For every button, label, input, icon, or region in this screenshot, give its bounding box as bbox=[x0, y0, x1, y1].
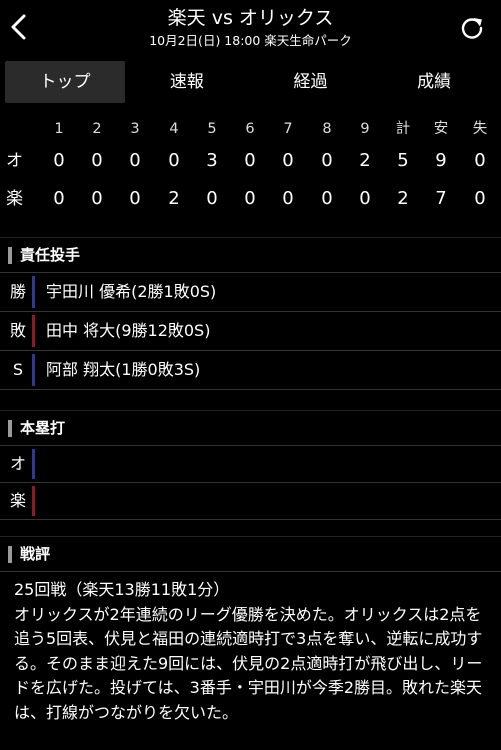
team-label: オ bbox=[9, 454, 26, 473]
score-cell: 0 bbox=[282, 188, 294, 209]
homerun-row-orix: オ bbox=[0, 445, 501, 482]
score-cell: 0 bbox=[53, 150, 65, 171]
score-cell: 0 bbox=[244, 188, 256, 209]
inning-header: 1 bbox=[54, 121, 64, 137]
scoreboard-row-orix: オ 0 0 0 0 3 0 0 0 2 5 9 0 bbox=[0, 142, 501, 180]
team-color-mark bbox=[32, 449, 35, 479]
section-title: 本塁打 bbox=[20, 419, 66, 437]
inning-header: 6 bbox=[245, 121, 255, 137]
game-review: 25回戦（楽天13勝11敗1分） オリックスが2年連続のリーグ優勝を決めた。オリ… bbox=[0, 571, 501, 725]
team-color-mark bbox=[32, 315, 35, 347]
pitcher-name[interactable]: 阿部 翔太(1勝0敗3S) bbox=[46, 351, 200, 389]
section-bar bbox=[8, 247, 12, 264]
score-cell: 0 bbox=[244, 150, 256, 171]
inning-header: 5 bbox=[207, 121, 217, 137]
total-cell: 2 bbox=[397, 188, 409, 209]
inning-header: 9 bbox=[360, 121, 370, 137]
section-title: 戦評 bbox=[20, 545, 51, 563]
score-cell: 0 bbox=[206, 188, 218, 209]
reload-button[interactable] bbox=[459, 15, 485, 41]
page-title: 楽天 vs オリックス bbox=[167, 7, 334, 29]
result-label: 敗 bbox=[9, 321, 26, 340]
team-color-mark bbox=[32, 276, 35, 308]
inning-header: 7 bbox=[283, 121, 293, 137]
game-info: 10月2日(日) 18:00 楽天生命パーク bbox=[149, 33, 352, 48]
score-cell: 0 bbox=[129, 188, 141, 209]
scoreboard: 1 2 3 4 5 6 7 8 9 計 安 失 オ 0 0 0 0 3 0 0 … bbox=[0, 116, 501, 218]
inning-header: 2 bbox=[92, 121, 102, 137]
header: 楽天 vs オリックス 10月2日(日) 18:00 楽天生命パーク bbox=[0, 0, 501, 56]
pitcher-row-win: 勝 宇田川 優希(2勝1敗0S) bbox=[0, 272, 501, 311]
inning-header: 4 bbox=[169, 121, 179, 137]
homerun-row-rakuten: 楽 bbox=[0, 482, 501, 520]
errors-cell: 0 bbox=[474, 188, 486, 209]
score-cell: 0 bbox=[359, 188, 371, 209]
section-header: 責任投手 bbox=[0, 237, 501, 272]
section-header: 戦評 bbox=[0, 536, 501, 571]
inning-header: 8 bbox=[322, 121, 332, 137]
pitchers-section: 責任投手 勝 宇田川 優希(2勝1敗0S) 敗 田中 将大(9勝12敗0S) S… bbox=[0, 237, 501, 390]
section-title: 責任投手 bbox=[20, 246, 81, 264]
pitcher-name[interactable]: 田中 将大(9勝12敗0S) bbox=[46, 312, 210, 350]
inning-header: 3 bbox=[130, 121, 140, 137]
review-body: オリックスが2年連続のリーグ優勝を決めた。オリックスは2点を追う5回表、伏見と福… bbox=[14, 604, 483, 722]
tab-seiseki[interactable]: 成績 bbox=[372, 61, 496, 103]
score-cell: 0 bbox=[91, 188, 103, 209]
result-label: 勝 bbox=[9, 282, 26, 301]
score-cell: 0 bbox=[282, 150, 294, 171]
scoreboard-row-rakuten: 楽 0 0 0 2 0 0 0 0 0 2 7 0 bbox=[0, 180, 501, 218]
score-cell: 2 bbox=[359, 150, 371, 171]
team-label: 楽 bbox=[9, 491, 26, 510]
pitcher-row-loss: 敗 田中 将大(9勝12敗0S) bbox=[0, 311, 501, 350]
score-cell: 0 bbox=[53, 188, 65, 209]
tab-bar: トップ 速報 経過 成績 bbox=[5, 61, 496, 103]
score-cell: 0 bbox=[321, 188, 333, 209]
hits-header: 安 bbox=[433, 121, 449, 137]
errors-cell: 0 bbox=[474, 150, 486, 171]
tab-sokuhou[interactable]: 速報 bbox=[125, 61, 249, 103]
hits-cell: 7 bbox=[435, 188, 447, 209]
result-label: S bbox=[12, 360, 24, 379]
section-bar bbox=[8, 420, 12, 437]
team-label: 楽 bbox=[6, 189, 23, 209]
errors-header: 失 bbox=[472, 121, 488, 137]
series-record: 25回戦（楽天13勝11敗1分） bbox=[14, 580, 230, 599]
total-header: 計 bbox=[395, 121, 411, 137]
score-cell: 0 bbox=[168, 150, 180, 171]
hits-cell: 9 bbox=[435, 150, 447, 171]
team-label: オ bbox=[6, 151, 23, 171]
section-header: 本塁打 bbox=[0, 410, 501, 445]
pitcher-row-save: S 阿部 翔太(1勝0敗3S) bbox=[0, 350, 501, 390]
review-section: 戦評 25回戦（楽天13勝11敗1分） オリックスが2年連続のリーグ優勝を決めた… bbox=[0, 536, 501, 725]
reload-icon bbox=[461, 18, 483, 39]
tab-keika[interactable]: 経過 bbox=[249, 61, 373, 103]
tab-top[interactable]: トップ bbox=[5, 61, 125, 103]
scoreboard-header-row: 1 2 3 4 5 6 7 8 9 計 安 失 bbox=[0, 116, 501, 142]
score-cell: 0 bbox=[321, 150, 333, 171]
team-color-mark bbox=[32, 354, 35, 386]
score-cell: 3 bbox=[206, 150, 218, 171]
score-cell: 2 bbox=[168, 188, 180, 209]
total-cell: 5 bbox=[397, 150, 409, 171]
team-color-mark bbox=[32, 486, 35, 516]
score-cell: 0 bbox=[91, 150, 103, 171]
homerun-section: 本塁打 オ 楽 bbox=[0, 410, 501, 520]
section-bar bbox=[8, 546, 12, 563]
score-cell: 0 bbox=[129, 150, 141, 171]
pitcher-name[interactable]: 宇田川 優希(2勝1敗0S) bbox=[46, 273, 216, 311]
